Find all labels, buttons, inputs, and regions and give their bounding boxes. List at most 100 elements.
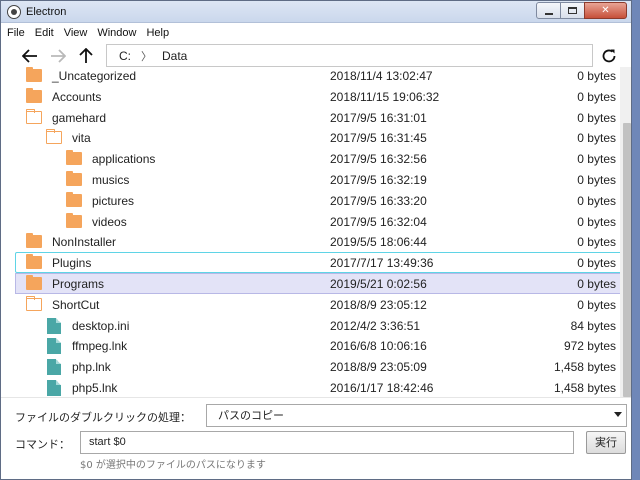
file-row[interactable]: Accounts 2018/11/15 19:06:32 0 bytes	[15, 86, 620, 107]
file-modified-date: 2017/9/5 16:31:01	[330, 111, 427, 125]
up-button[interactable]	[72, 43, 100, 69]
folder-icon	[26, 254, 42, 269]
file-size: 972 bytes	[563, 339, 616, 353]
file-row[interactable]: desktop.ini 2012/4/2 3:36:51 84 bytes	[15, 315, 620, 336]
file-row[interactable]: applications 2017/9/5 16:32:56 0 bytes	[15, 148, 620, 169]
file-row[interactable]: Plugins 2017/7/17 13:49:36 0 bytes	[15, 252, 620, 273]
folder-icon	[66, 192, 82, 207]
file-modified-date: 2012/4/2 3:36:51	[330, 319, 421, 333]
file-name: desktop.ini	[72, 319, 130, 333]
file-size: 0 bytes	[577, 173, 616, 187]
command-input[interactable]: start $0	[80, 431, 574, 454]
file-size: 0 bytes	[577, 152, 616, 166]
menu-file[interactable]: File	[1, 27, 29, 39]
file-size: 0 bytes	[577, 194, 616, 208]
app-window: Electron ✕ File Edit View Window Help C:…	[0, 0, 632, 480]
file-modified-date: 2019/5/5 18:06:44	[330, 235, 427, 249]
file-row[interactable]: musics 2017/9/5 16:32:19 0 bytes	[15, 169, 620, 190]
file-modified-date: 2017/9/5 16:32:19	[330, 173, 427, 187]
file-modified-date: 2017/7/17 13:49:36	[330, 256, 434, 270]
refresh-icon	[602, 49, 616, 63]
arrow-up-icon	[79, 48, 93, 63]
folder-icon	[26, 233, 42, 248]
minimize-button[interactable]	[536, 2, 561, 19]
maximize-button[interactable]	[560, 2, 585, 19]
file-icon	[47, 318, 61, 334]
file-name: pictures	[92, 194, 135, 208]
folder-icon	[26, 67, 42, 82]
menu-help[interactable]: Help	[140, 27, 173, 39]
file-row[interactable]: ffmpeg.lnk 2016/6/8 10:06:16 972 bytes	[15, 335, 620, 356]
window-controls: ✕	[536, 2, 627, 19]
dblclick-action-value: パスのコピー	[218, 409, 284, 422]
file-row[interactable]: pictures 2017/9/5 16:33:20 0 bytes	[15, 190, 620, 211]
file-size: 0 bytes	[577, 277, 616, 291]
file-name: gamehard	[52, 111, 107, 125]
file-name: Accounts	[52, 90, 102, 104]
vertical-scrollbar[interactable]	[620, 67, 631, 397]
dblclick-action-select[interactable]: パスのコピー	[206, 404, 627, 427]
run-button[interactable]: 実行	[586, 431, 626, 454]
menu-view[interactable]: View	[58, 27, 92, 39]
file-row[interactable]: php.lnk 2018/8/9 23:05:09 1,458 bytes	[15, 356, 620, 377]
folder-open-icon	[45, 128, 62, 144]
folder-icon	[26, 275, 42, 290]
file-row[interactable]: vita 2017/9/5 16:31:45 0 bytes	[15, 127, 620, 148]
folder-open-icon	[25, 295, 42, 311]
menu-edit[interactable]: Edit	[29, 27, 58, 39]
file-size: 0 bytes	[577, 256, 616, 270]
chevron-down-icon	[614, 412, 622, 417]
file-size: 0 bytes	[577, 235, 616, 249]
path-segment-drive[interactable]: C:	[119, 49, 131, 63]
file-modified-date: 2016/1/17 18:42:46	[330, 381, 434, 395]
folder-icon	[66, 213, 82, 228]
file-row[interactable]: NonInstaller 2019/5/5 18:06:44 0 bytes	[15, 231, 620, 252]
file-name: ShortCut	[52, 298, 100, 312]
file-name: applications	[92, 152, 156, 166]
arrow-left-icon	[22, 49, 37, 63]
file-name: Plugins	[52, 256, 92, 270]
file-icon	[47, 338, 61, 354]
file-name: musics	[92, 173, 130, 187]
navigation-bar: C: 〉 Data	[1, 42, 631, 70]
file-name: videos	[92, 215, 127, 229]
file-modified-date: 2017/9/5 16:33:20	[330, 194, 427, 208]
action-panel: ファイルのダブルクリックの処理： パスのコピー コマンド： start $0 実…	[1, 397, 631, 479]
file-name: _Uncategorized	[52, 69, 137, 83]
file-size: 0 bytes	[577, 69, 616, 83]
file-modified-date: 2017/9/5 16:31:45	[330, 131, 427, 145]
scrollbar-thumb[interactable]	[623, 123, 631, 397]
file-name: vita	[72, 131, 91, 145]
file-size: 84 bytes	[570, 319, 616, 333]
address-bar[interactable]: C: 〉 Data	[106, 44, 593, 67]
menu-bar: File Edit View Window Help	[1, 23, 631, 42]
file-modified-date: 2017/9/5 16:32:56	[330, 152, 427, 166]
file-icon	[47, 380, 61, 396]
file-modified-date: 2018/11/4 13:02:47	[330, 69, 433, 83]
path-segment-folder[interactable]: Data	[162, 49, 187, 63]
back-button[interactable]	[16, 43, 44, 69]
file-row[interactable]: gamehard 2017/9/5 16:31:01 0 bytes	[15, 107, 620, 128]
title-bar: Electron ✕	[1, 1, 631, 23]
menu-window[interactable]: Window	[91, 27, 140, 39]
file-row[interactable]: Programs 2019/5/21 0:02:56 0 bytes	[15, 273, 620, 294]
file-row[interactable]: php5.lnk 2016/1/17 18:42:46 1,458 bytes	[15, 377, 620, 397]
folder-icon	[66, 171, 82, 186]
file-modified-date: 2018/8/9 23:05:12	[330, 298, 427, 312]
close-icon: ✕	[601, 5, 610, 16]
folder-icon	[66, 150, 82, 165]
file-size: 0 bytes	[577, 111, 616, 125]
file-list: _Uncategorized 2018/11/4 13:02:47 0 bytes A…	[1, 67, 620, 397]
refresh-button[interactable]	[597, 44, 621, 68]
close-button[interactable]: ✕	[584, 2, 627, 19]
command-label: コマンド：	[15, 438, 70, 451]
file-size: 1,458 bytes	[553, 381, 616, 395]
file-row[interactable]: videos 2017/9/5 16:32:04 0 bytes	[15, 211, 620, 232]
file-size: 0 bytes	[577, 298, 616, 312]
forward-button[interactable]	[44, 43, 72, 69]
file-row[interactable]: _Uncategorized 2018/11/4 13:02:47 0 bytes	[15, 67, 620, 86]
folder-open-icon	[25, 108, 42, 124]
electron-icon	[7, 4, 21, 19]
file-modified-date: 2016/6/8 10:06:16	[330, 339, 427, 353]
file-row[interactable]: ShortCut 2018/8/9 23:05:12 0 bytes	[15, 294, 620, 315]
